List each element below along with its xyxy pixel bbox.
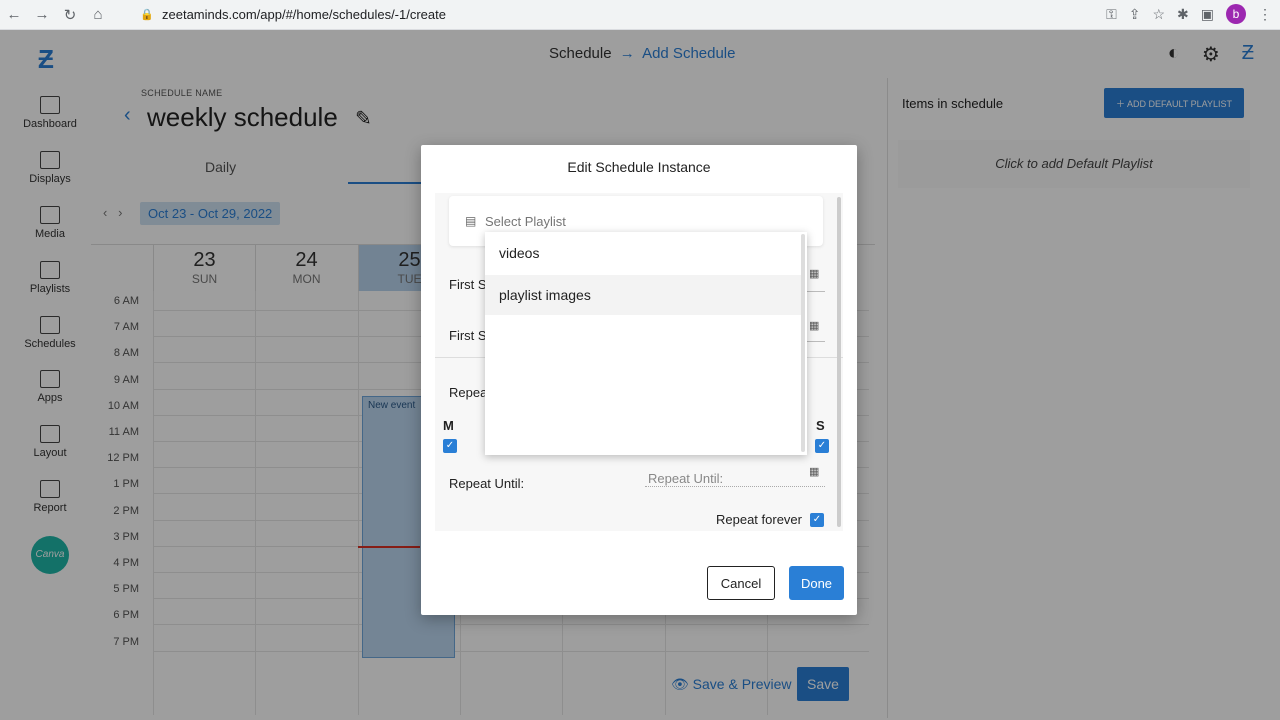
url-text: zeetaminds.com/app/#/home/schedules/-1/c… — [162, 7, 446, 22]
calendar-icon[interactable]: ▦ — [809, 465, 819, 478]
profile-avatar[interactable]: b — [1226, 4, 1246, 24]
reload-icon[interactable]: ↻ — [56, 6, 84, 24]
playlist-select-input[interactable] — [485, 209, 805, 233]
star-icon[interactable]: ☆ — [1152, 6, 1165, 23]
dropdown-scrollbar[interactable] — [801, 234, 805, 452]
repeat-until-field[interactable]: Repeat Until: — [648, 471, 723, 486]
checkbox-saturday[interactable]: ✓ — [815, 439, 829, 453]
menu-kebab-icon[interactable]: ⋮ — [1258, 6, 1272, 23]
key-icon[interactable]: ⚿ — [1106, 6, 1117, 23]
dialog-scrollbar[interactable] — [837, 197, 841, 527]
checkbox-repeat-forever[interactable]: ✓ — [810, 513, 824, 527]
repeat-label: Repea — [449, 385, 488, 400]
cancel-button[interactable]: Cancel — [707, 566, 775, 600]
repeat-forever-label: Repeat forever — [716, 512, 802, 527]
sidebar-icon[interactable]: ▣ — [1201, 6, 1214, 23]
first-start-label: First S — [449, 277, 487, 292]
browser-toolbar: ← → ↻ ⌂ 🔒 zeetaminds.com/app/#/home/sche… — [0, 0, 1280, 30]
calendar-icon[interactable]: ▦ — [809, 319, 819, 332]
playlist-dropdown: videos playlist images — [485, 232, 807, 455]
option-playlist-images[interactable]: playlist images — [485, 275, 801, 315]
share-icon[interactable]: ⇪ — [1129, 6, 1141, 23]
day-letter-s: S — [816, 418, 825, 433]
option-videos[interactable]: videos — [485, 233, 801, 273]
first-end-label: First S — [449, 328, 487, 343]
calendar-icon[interactable]: ▦ — [809, 267, 819, 280]
lock-icon: 🔒 — [140, 9, 154, 21]
checkbox-monday[interactable]: ✓ — [443, 439, 457, 453]
day-letter-m: M — [443, 418, 454, 433]
playlist-icon: ▤ — [465, 214, 477, 228]
address-bar[interactable]: 🔒 zeetaminds.com/app/#/home/schedules/-1… — [130, 3, 1142, 27]
extensions-icon[interactable]: ✱ — [1177, 6, 1189, 23]
done-button[interactable]: Done — [789, 566, 844, 600]
forward-arrow-icon[interactable]: → — [28, 6, 56, 23]
repeat-until-label: Repeat Until: — [449, 476, 525, 491]
dialog-title: Edit Schedule Instance — [567, 159, 711, 175]
back-arrow-icon[interactable]: ← — [0, 6, 28, 23]
home-icon[interactable]: ⌂ — [84, 6, 112, 23]
